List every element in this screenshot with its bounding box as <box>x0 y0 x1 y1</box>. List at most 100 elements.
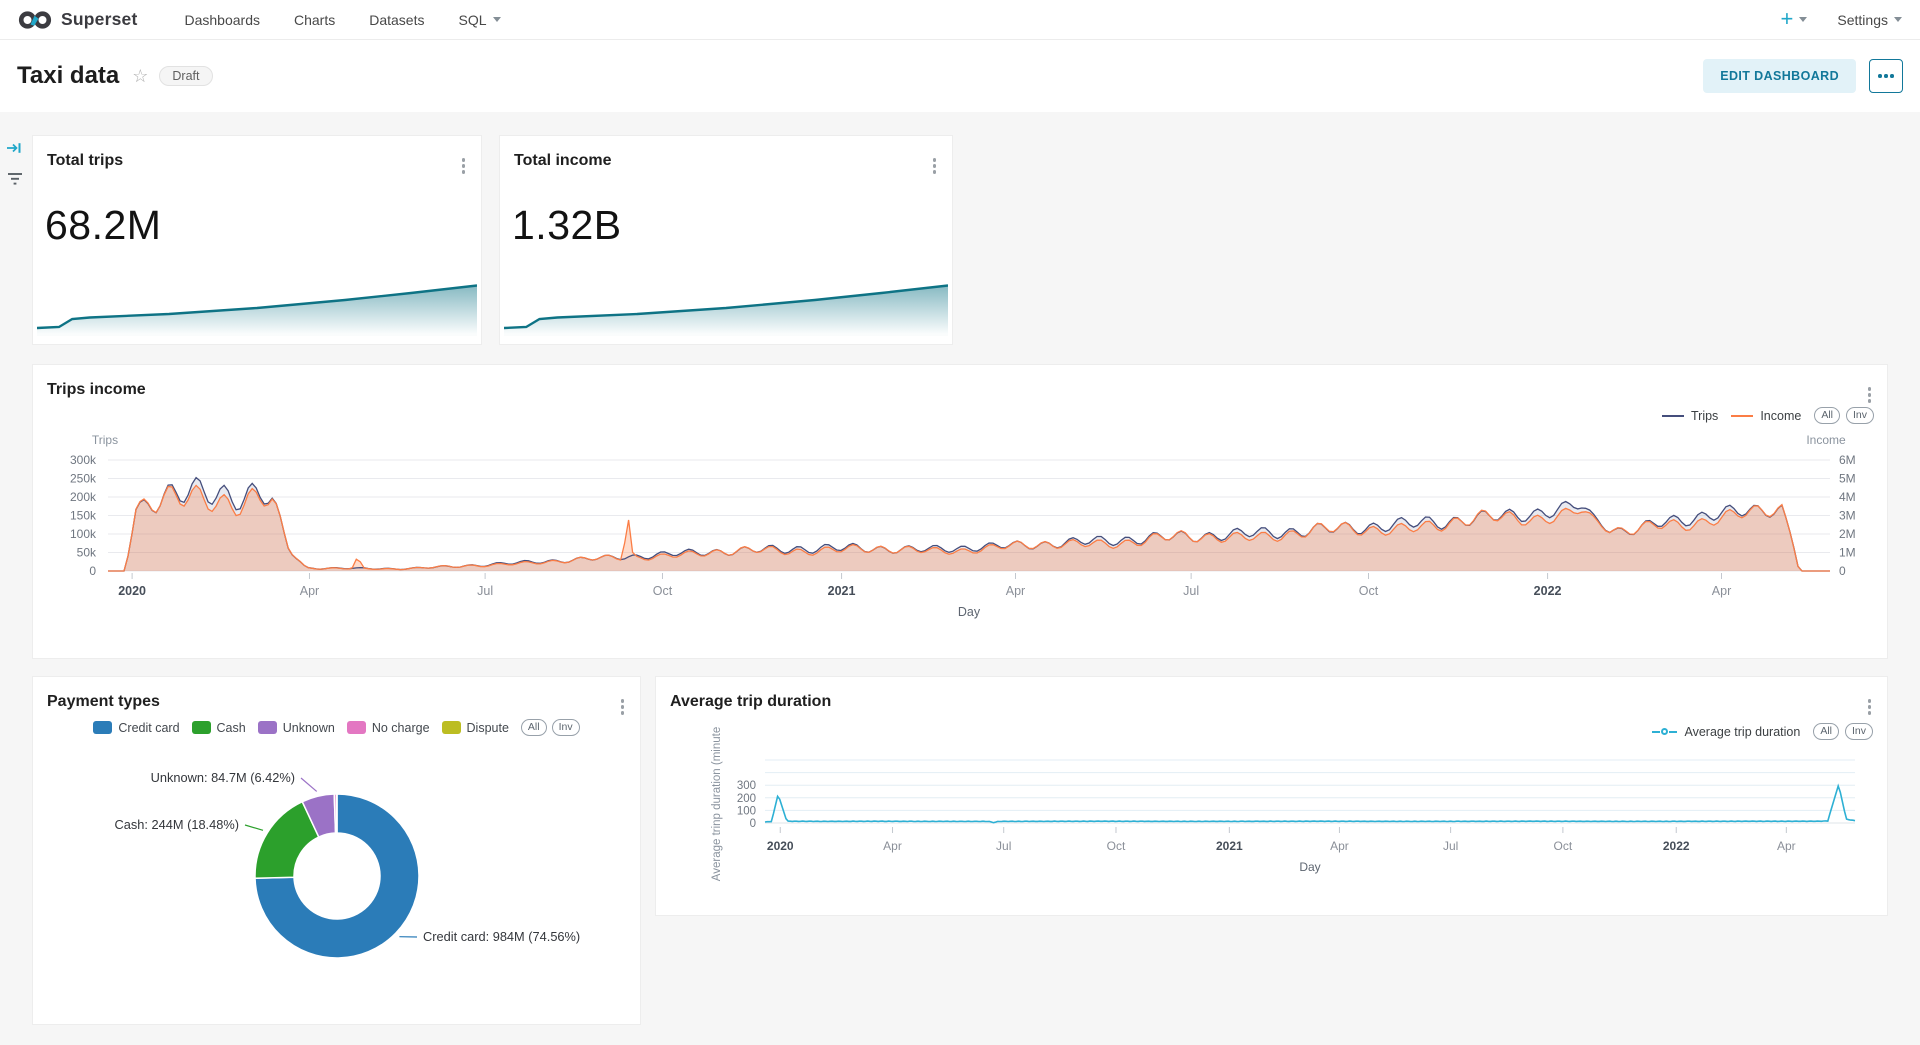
svg-text:Apr: Apr <box>1712 584 1731 598</box>
payment-types-legend: Credit card Cash Unknown No charge Dispute Al… <box>33 719 640 736</box>
svg-text:100: 100 <box>737 805 756 817</box>
legend-label: Average trip duration <box>1684 725 1800 739</box>
filter-icon[interactable] <box>7 172 23 186</box>
svg-text:Oct: Oct <box>1554 839 1573 853</box>
dashboard-header: Taxi data ☆ Draft EDIT DASHBOARD <box>0 40 1920 112</box>
superset-infinity-icon <box>18 9 52 31</box>
legend-all-button[interactable]: All <box>1813 723 1839 740</box>
chart-menu-button[interactable] <box>930 155 940 177</box>
legend-swatch <box>192 721 211 734</box>
payment-types-card: Payment types Credit cardCashUnknownNo c… <box>33 677 640 1024</box>
svg-text:Day: Day <box>1299 860 1320 874</box>
chart-title: Total trips <box>47 152 123 170</box>
new-item-button[interactable]: + <box>1781 10 1808 30</box>
svg-text:Apr: Apr <box>1330 839 1349 853</box>
legend-item-trips[interactable]: Trips <box>1662 409 1718 423</box>
svg-text:Oct: Oct <box>653 584 673 598</box>
svg-text:Credit card: 984M (74.56%): Credit card: 984M (74.56%) <box>423 929 580 944</box>
legend-label: Income <box>1760 409 1801 423</box>
plus-icon: + <box>1781 8 1794 30</box>
dashboard-more-button[interactable] <box>1869 59 1903 93</box>
dashboard-title: Taxi data <box>17 62 119 90</box>
svg-text:0: 0 <box>89 564 96 578</box>
svg-text:2020: 2020 <box>767 839 794 853</box>
svg-text:Apr: Apr <box>1006 584 1025 598</box>
svg-text:Jul: Jul <box>1183 584 1199 598</box>
svg-text:2020: 2020 <box>118 584 146 598</box>
nav-item-dashboards[interactable]: Dashboards <box>168 0 278 40</box>
legend-label: No charge <box>372 721 430 735</box>
svg-text:Trips: Trips <box>92 433 118 447</box>
legend-all-button[interactable]: All <box>1814 407 1840 424</box>
caret-down-icon <box>493 17 501 22</box>
chart-title: Average trip duration <box>670 693 831 711</box>
edit-dashboard-button[interactable]: EDIT DASHBOARD <box>1703 59 1856 93</box>
total-income-card: Total income 1.32B <box>500 136 952 344</box>
favorite-star-icon[interactable]: ☆ <box>132 66 148 87</box>
average-trip-duration-card: Average trip duration Average trip durat… <box>656 677 1887 915</box>
trips-income-chart[interactable]: 300k6M250k5M200k4M150k3M100k2M50k1M00Tri… <box>33 365 1887 658</box>
chart-menu-button[interactable] <box>1865 696 1875 718</box>
svg-text:2M: 2M <box>1839 527 1856 541</box>
avg-duration-chart[interactable]: 3002001000Average trinp duration (minute… <box>656 677 1887 915</box>
nav-label: Dashboards <box>185 12 261 28</box>
draft-status-badge: Draft <box>159 66 212 86</box>
settings-menu[interactable]: Settings <box>1837 0 1902 40</box>
svg-text:0: 0 <box>750 818 756 830</box>
legend-item-avg-duration[interactable]: Average trip duration <box>1652 725 1800 739</box>
svg-text:6M: 6M <box>1839 453 1856 467</box>
nav-label: Charts <box>294 12 335 28</box>
svg-text:1M: 1M <box>1839 546 1856 560</box>
chart-menu-button[interactable] <box>459 155 469 177</box>
legend-item-cash[interactable]: Cash <box>192 721 246 735</box>
svg-text:Apr: Apr <box>300 584 319 598</box>
nav-item-datasets[interactable]: Datasets <box>352 0 441 40</box>
superset-logo[interactable]: Superset <box>18 9 138 31</box>
svg-text:5M: 5M <box>1839 472 1856 486</box>
caret-down-icon <box>1894 17 1902 22</box>
legend-item-dispute[interactable]: Dispute <box>442 721 509 735</box>
trips-income-card: Trips income Trips Income All Inv 300k6M… <box>33 365 1887 658</box>
nav-item-charts[interactable]: Charts <box>277 0 352 40</box>
legend-item-unknown[interactable]: Unknown <box>258 721 335 735</box>
brand-name: Superset <box>61 9 138 30</box>
svg-text:150k: 150k <box>70 509 97 523</box>
svg-text:Average trinp duration (minute: Average trinp duration (minute <box>711 727 723 882</box>
legend-all-button[interactable]: All <box>521 719 547 736</box>
legend-item-no-charge[interactable]: No charge <box>347 721 430 735</box>
circle-line-marker-icon <box>1652 728 1677 735</box>
legend-item-credit-card[interactable]: Credit card <box>93 721 179 735</box>
svg-text:2021: 2021 <box>1216 839 1243 853</box>
expand-filter-bar-icon[interactable] <box>6 140 24 156</box>
svg-text:Apr: Apr <box>1777 839 1796 853</box>
svg-text:2022: 2022 <box>1663 839 1690 853</box>
legend-inv-button[interactable]: Inv <box>1845 723 1873 740</box>
legend-swatch <box>93 721 112 734</box>
chart-menu-button[interactable] <box>1865 384 1875 406</box>
svg-text:Jul: Jul <box>477 584 493 598</box>
legend-item-income[interactable]: Income <box>1731 409 1801 423</box>
nav-item-sql[interactable]: SQL <box>441 0 517 40</box>
trips-sparkline-chart[interactable] <box>37 280 477 336</box>
avg-duration-legend: Average trip duration All Inv <box>1652 723 1873 740</box>
svg-text:50k: 50k <box>77 546 97 560</box>
trips-line-swatch <box>1662 415 1684 417</box>
legend-label: Credit card <box>118 721 179 735</box>
legend-label: Dispute <box>467 721 509 735</box>
top-navbar: Superset Dashboards Charts Datasets SQL … <box>0 0 1920 40</box>
legend-label: Unknown <box>283 721 335 735</box>
svg-text:2022: 2022 <box>1534 584 1562 598</box>
svg-text:Oct: Oct <box>1359 584 1379 598</box>
svg-text:200k: 200k <box>70 490 97 504</box>
svg-text:2021: 2021 <box>828 584 856 598</box>
nav-label: SQL <box>458 12 486 28</box>
legend-inv-button[interactable]: Inv <box>552 719 580 736</box>
dashboard-body: Total trips 68.2M Total income 1.32B Tri… <box>0 112 1920 1045</box>
legend-inv-button[interactable]: Inv <box>1846 407 1874 424</box>
filter-rail <box>6 140 24 186</box>
chart-menu-button[interactable] <box>618 696 628 718</box>
svg-text:Oct: Oct <box>1107 839 1126 853</box>
svg-text:3M: 3M <box>1839 509 1856 523</box>
income-sparkline-chart[interactable] <box>504 280 948 336</box>
legend-swatch <box>347 721 366 734</box>
